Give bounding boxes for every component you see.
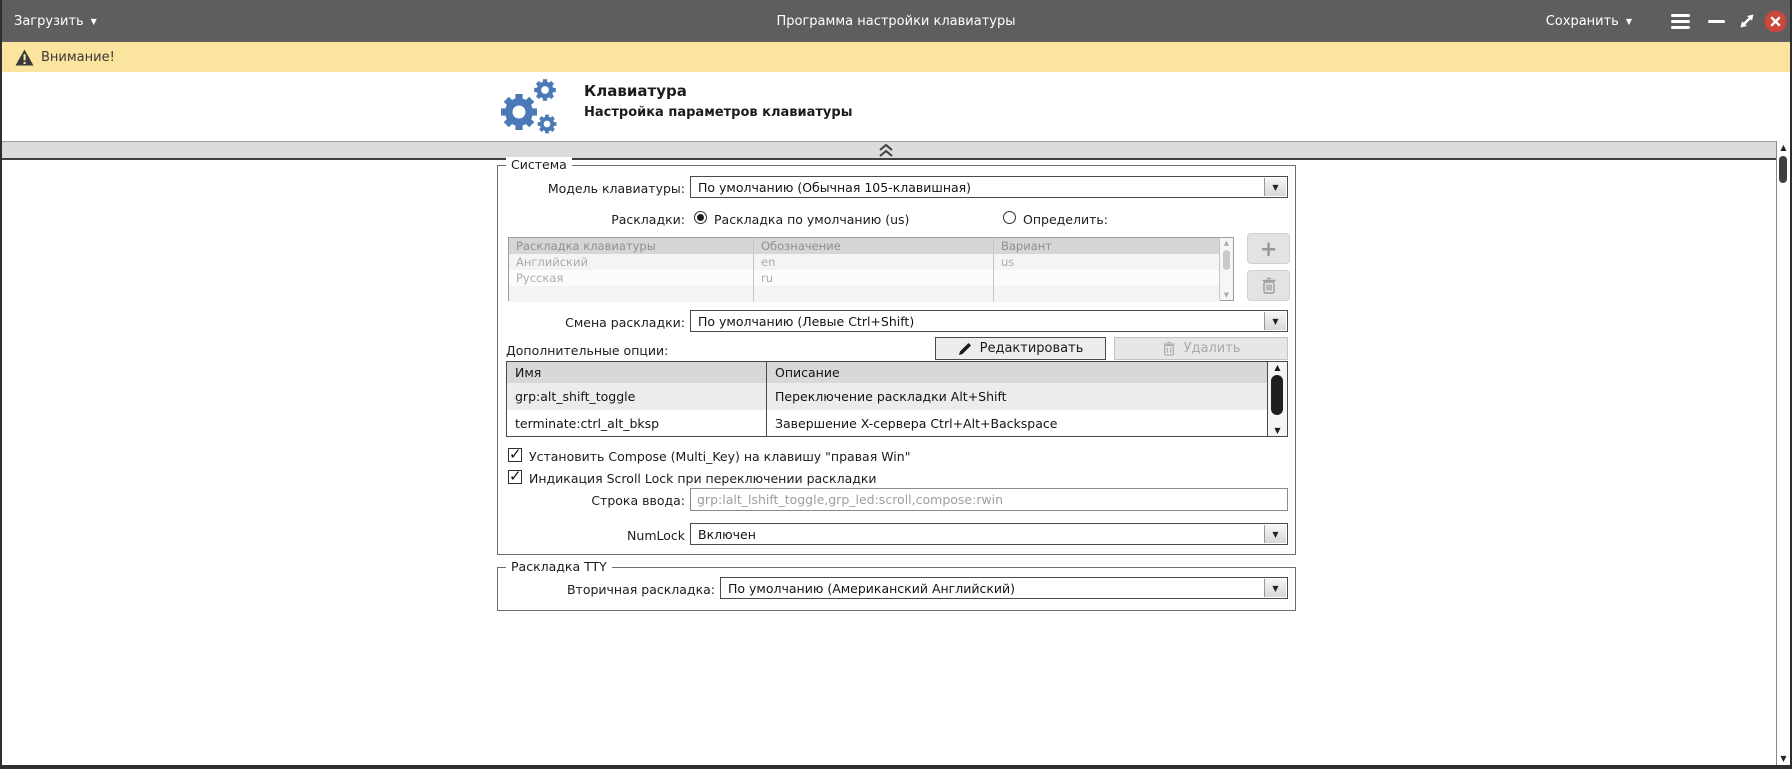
expand-icon[interactable] (1736, 0, 1758, 42)
system-group-legend: Система (506, 157, 572, 172)
layout-switch-select[interactable]: По умолчанию (Левые Ctrl+Shift) ▼ (690, 310, 1288, 332)
module-subtitle: Настройка параметров клавиатуры (584, 105, 852, 120)
secondary-layout-label: Вторичная раскладка: (415, 582, 715, 597)
pencil-icon (958, 342, 972, 356)
edit-option-button[interactable]: Редактировать (935, 337, 1106, 360)
chevron-down-icon[interactable]: ▼ (1264, 178, 1286, 196)
add-layout-button[interactable]: + (1247, 233, 1290, 264)
compose-checkbox-label[interactable]: Установить Compose (Multi_Key) на клавиш… (529, 449, 910, 464)
close-icon[interactable] (1762, 0, 1788, 42)
numlock-label: NumLock (385, 528, 685, 543)
table-row: Русская ru (509, 270, 1220, 286)
warning-icon (15, 49, 34, 66)
layout-custom-radio[interactable] (1003, 211, 1016, 224)
options-table: Имя Описание grp:alt_shift_toggle Перекл… (506, 361, 1268, 437)
scrollbar-thumb[interactable] (1271, 375, 1283, 415)
table-row[interactable]: grp:alt_shift_toggle Переключение раскла… (507, 383, 1267, 410)
numlock-select[interactable]: Включен ▼ (690, 523, 1288, 545)
column-header: Вариант (994, 238, 1220, 254)
tty-group-legend: Раскладка TTY (506, 559, 612, 574)
scroll-up-icon: ▲ (1220, 239, 1233, 247)
cell-layout-name: Английский (509, 254, 754, 270)
numlock-value: Включен (698, 527, 756, 542)
window-border (0, 765, 1792, 769)
column-header: Обозначение (754, 238, 994, 254)
edit-option-label: Редактировать (980, 341, 1084, 356)
scrolllock-checkbox-label[interactable]: Индикация Scroll Lock при переключении р… (529, 471, 877, 486)
keyboard-settings-window: Загрузить ▼ Программа настройки клавиату… (0, 0, 1792, 769)
table-row: Английский en us (509, 254, 1220, 270)
module-header: Клавиатура Настройка параметров клавиату… (2, 72, 1790, 141)
keyboard-model-select[interactable]: По умолчанию (Обычная 105-клавишная) ▼ (690, 176, 1288, 198)
scroll-down-icon[interactable]: ▼ (1268, 426, 1287, 435)
window-border (0, 0, 2, 769)
column-header: Раскладка клавиатуры (509, 238, 754, 254)
plus-icon: + (1260, 237, 1278, 261)
options-table-header: Имя Описание (507, 362, 1267, 384)
delete-option-button[interactable]: Удалить (1114, 337, 1288, 360)
layout-default-radio[interactable] (694, 211, 707, 224)
hamburger-menu-icon[interactable] (1668, 0, 1692, 42)
cell-option-description: Завершение X-сервера Ctrl+Alt+Backspace (767, 410, 1267, 436)
cell-layout-code: en (754, 254, 994, 270)
warning-text: Внимание! (41, 50, 115, 65)
secondary-layout-value: По умолчанию (Американский Английский) (728, 581, 1015, 596)
window-title: Программа настройки клавиатуры (0, 0, 1792, 42)
collapse-up-icon[interactable] (878, 144, 894, 157)
column-header: Имя (507, 362, 767, 383)
scrollbar-thumb[interactable] (1779, 156, 1787, 183)
layouts-table-scrollbar: ▲ ▼ (1219, 238, 1233, 300)
scrollbar-thumb (1223, 250, 1230, 270)
cell-option-name: grp:alt_shift_toggle (507, 383, 767, 410)
save-menu-label: Сохранить (1546, 14, 1619, 29)
input-string-label: Строка ввода: (385, 493, 685, 508)
compose-checkbox[interactable]: ✓ (508, 448, 522, 462)
page-scrollbar[interactable]: ▲ ▼ (1776, 141, 1790, 765)
remove-layout-button[interactable] (1247, 270, 1290, 301)
layout-default-radio-label[interactable]: Раскладка по умолчанию (us) (714, 212, 909, 227)
chevron-down-icon: ▼ (1626, 17, 1632, 26)
scroll-up-icon[interactable]: ▲ (1268, 363, 1287, 372)
chevron-down-icon[interactable]: ▼ (1264, 579, 1286, 597)
layouts-table-header: Раскладка клавиатуры Обозначение Вариант (509, 238, 1220, 254)
titlebar: Загрузить ▼ Программа настройки клавиату… (0, 0, 1792, 42)
layouts-table: Раскладка клавиатуры Обозначение Вариант… (508, 237, 1234, 301)
warning-banner: Внимание! (2, 42, 1790, 72)
cell-layout-name: Русская (509, 270, 754, 286)
delete-option-label: Удалить (1184, 341, 1241, 356)
close-circle-icon (1764, 10, 1787, 33)
keyboard-model-label: Модель клавиатуры: (385, 181, 685, 196)
scrolllock-checkbox[interactable]: ✓ (508, 470, 522, 484)
layouts-label: Раскладки: (385, 212, 685, 227)
keyboard-model-value: По умолчанию (Обычная 105-клавишная) (698, 180, 971, 195)
trash-icon (1162, 341, 1176, 356)
module-title: Клавиатура (584, 82, 687, 100)
save-menu-button[interactable]: Сохранить ▼ (1546, 0, 1632, 42)
cell-option-name: terminate:ctrl_alt_bksp (507, 410, 767, 436)
extra-options-label: Дополнительные опции: (506, 343, 668, 358)
secondary-layout-select[interactable]: По умолчанию (Американский Английский) ▼ (720, 577, 1288, 599)
cell-option-description: Переключение раскладки Alt+Shift (767, 383, 1267, 410)
gears-icon (497, 78, 563, 138)
layout-switch-value: По умолчанию (Левые Ctrl+Shift) (698, 314, 914, 329)
cell-layout-code: ru (754, 270, 994, 286)
trash-icon (1261, 277, 1277, 294)
scroll-up-icon[interactable]: ▲ (1777, 143, 1790, 152)
expand-arrow-icon (1737, 11, 1757, 31)
collapse-bar[interactable] (2, 141, 1778, 160)
cell-layout-variant: us (994, 254, 1220, 270)
column-header: Описание (767, 362, 1267, 383)
cell-layout-variant (994, 270, 1220, 286)
minimize-icon[interactable] (1706, 0, 1726, 42)
chevron-down-icon[interactable]: ▼ (1264, 525, 1286, 543)
layout-switch-label: Смена раскладки: (385, 315, 685, 330)
input-string-field[interactable] (690, 488, 1288, 511)
options-table-scrollbar[interactable]: ▲ ▼ (1268, 361, 1288, 437)
scroll-down-icon[interactable]: ▼ (1777, 754, 1790, 763)
layout-custom-radio-label[interactable]: Определить: (1023, 212, 1108, 227)
table-row-empty (509, 286, 1220, 302)
scroll-down-icon: ▼ (1220, 291, 1233, 299)
table-row[interactable]: terminate:ctrl_alt_bksp Завершение X-сер… (507, 410, 1267, 436)
chevron-down-icon[interactable]: ▼ (1264, 312, 1286, 330)
